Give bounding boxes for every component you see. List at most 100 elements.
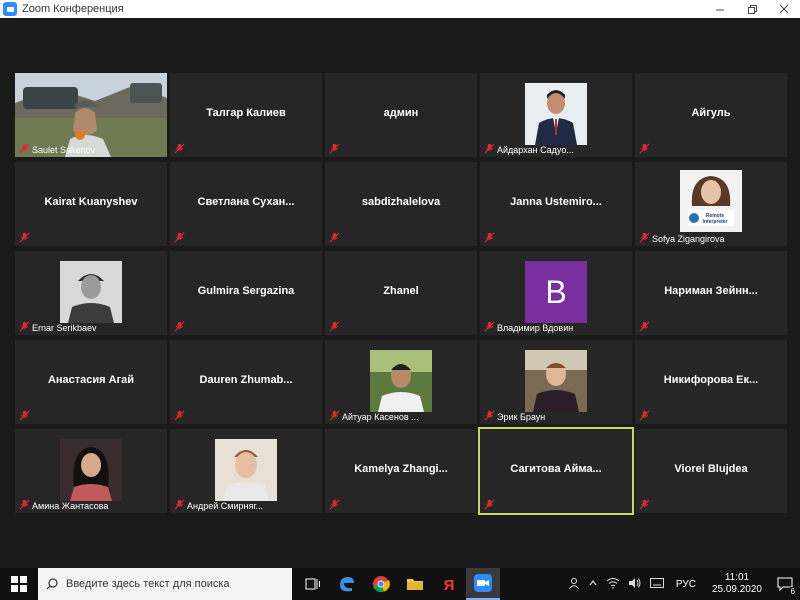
participant-tile[interactable]: Remote Interpreter Sofya Zigangirova	[635, 162, 787, 246]
muted-mic-icon	[329, 143, 340, 154]
participant-name: Нариман Зейнн...	[664, 285, 758, 297]
edge-icon	[340, 577, 354, 592]
chevron-up-icon[interactable]	[588, 578, 598, 591]
wifi-icon[interactable]	[606, 577, 620, 592]
participant-video	[525, 83, 587, 145]
minimize-button[interactable]	[704, 0, 736, 18]
participant-tile[interactable]: Айтуар Касенов ...	[325, 340, 477, 424]
participant-tile[interactable]: sabdizhalelova	[325, 162, 477, 246]
window-title: Zoom Конференция	[22, 3, 124, 15]
muted-mic-icon	[484, 499, 495, 510]
file-explorer-button[interactable]	[398, 568, 432, 600]
muted-mic-icon	[639, 499, 650, 510]
participant-tile[interactable]: Нариман Зейнн...	[635, 251, 787, 335]
participant-tile[interactable]: Амина Жантасова	[15, 429, 167, 513]
participant-name: Gulmira Sergazina	[197, 285, 295, 297]
svg-text:Я: Я	[444, 577, 455, 592]
participant-name: Амина Жантасова	[32, 501, 109, 511]
edge-button[interactable]	[330, 568, 364, 600]
system-tray: РУС 11:01 25.09.2020 6	[564, 568, 800, 600]
restore-button[interactable]	[736, 0, 768, 18]
muted-mic-icon	[19, 232, 30, 243]
participant-tile[interactable]: Андрей Смирняг...	[170, 429, 322, 513]
participant-name: Никифорова Ек...	[663, 374, 759, 386]
participant-name: Светлана Сухан...	[197, 196, 295, 208]
close-button[interactable]	[768, 0, 800, 18]
participant-tile[interactable]: Никифорова Ек...	[635, 340, 787, 424]
participant-name: Dauren Zhumab...	[199, 374, 293, 386]
clock-date: 25.09.2020	[711, 584, 762, 595]
participant-name: Эрик Браун	[497, 412, 546, 422]
muted-mic-icon	[639, 232, 650, 243]
language-indicator[interactable]: РУС	[676, 579, 696, 590]
gallery-view: Saulet Sakenov Талгар Калиев админ Айдар…	[0, 18, 800, 568]
participant-name: Владимир Вдовин	[497, 323, 574, 333]
notification-count: 6	[789, 587, 796, 596]
participant-tile[interactable]: Kairat Kuanyshev	[15, 162, 167, 246]
muted-mic-icon	[329, 410, 340, 421]
muted-mic-icon	[19, 321, 30, 332]
participant-tile[interactable]: админ	[325, 73, 477, 157]
muted-mic-icon	[484, 143, 495, 154]
user-icon[interactable]	[568, 577, 580, 592]
muted-mic-icon	[484, 410, 495, 421]
participant-tile-active-speaker[interactable]: Сагитова Айма...	[478, 427, 634, 515]
muted-mic-icon	[174, 143, 185, 154]
muted-mic-icon	[639, 321, 650, 332]
participant-name: админ	[383, 107, 419, 119]
muted-mic-icon	[329, 499, 340, 510]
task-view-icon	[305, 578, 320, 590]
participant-video	[525, 350, 587, 412]
participant-name: Айтуар Касенов ...	[342, 412, 419, 422]
participant-name: sabdizhalelova	[361, 196, 441, 208]
muted-mic-icon	[484, 232, 495, 243]
participant-tile[interactable]: Saulet Sakenov	[15, 73, 167, 157]
participant-name: Сагитова Айма...	[510, 463, 602, 475]
muted-mic-icon	[484, 321, 495, 332]
notifications-button[interactable]: 6	[770, 568, 800, 600]
folder-icon	[407, 579, 423, 590]
participant-avatar: B	[525, 261, 587, 323]
participant-tile[interactable]: Gulmira Sergazina	[170, 251, 322, 335]
participant-tile[interactable]: Талгар Калиев	[170, 73, 322, 157]
participant-tile[interactable]: Viorel Blujdea	[635, 429, 787, 513]
chrome-button[interactable]	[364, 568, 398, 600]
task-view-button[interactable]	[296, 568, 330, 600]
muted-mic-icon	[639, 410, 650, 421]
participant-tile[interactable]: Айгуль	[635, 73, 787, 157]
participant-tile[interactable]: Kamelya Zhangi...	[325, 429, 477, 513]
participant-name: Viorel Blujdea	[674, 463, 748, 475]
participant-tile[interactable]: Анастасия Агай	[15, 340, 167, 424]
participant-video: Remote Interpreter	[680, 170, 742, 232]
participant-tile[interactable]: Zhanel	[325, 251, 477, 335]
participant-tile[interactable]: Dauren Zhumab...	[170, 340, 322, 424]
participant-name: Kairat Kuanyshev	[44, 196, 138, 208]
participant-tile[interactable]: Эрик Браун	[480, 340, 632, 424]
participant-video	[215, 439, 277, 501]
keyboard-icon[interactable]	[649, 577, 664, 591]
participant-tile[interactable]: Айдархан Садуо...	[480, 73, 632, 157]
participant-tile[interactable]: Ernar Serikbaev	[15, 251, 167, 335]
muted-mic-icon	[19, 499, 30, 510]
participant-tile[interactable]: B Владимир Вдовин	[480, 251, 632, 335]
participant-name: Андрей Смирняг...	[187, 501, 264, 511]
muted-mic-icon	[19, 410, 30, 421]
muted-mic-icon	[329, 232, 340, 243]
zoom-taskbar-button[interactable]	[466, 568, 500, 600]
yandex-browser-button[interactable]: Я	[432, 568, 466, 600]
clock[interactable]: 11:01 25.09.2020	[712, 572, 762, 596]
participant-tile[interactable]: Janna Ustemiro...	[480, 162, 632, 246]
start-button[interactable]	[0, 568, 38, 600]
window-controls	[704, 0, 800, 18]
muted-mic-icon	[19, 143, 30, 154]
participant-video	[60, 439, 122, 501]
overlay-text-interpreter: Interpreter	[702, 219, 727, 225]
volume-icon[interactable]	[628, 577, 642, 592]
muted-mic-icon	[639, 143, 650, 154]
participant-tile[interactable]: Светлана Сухан...	[170, 162, 322, 246]
participant-name: Zhanel	[383, 285, 419, 297]
participant-name: Анастасия Агай	[47, 374, 135, 386]
participant-name: Kamelya Zhangi...	[354, 463, 448, 475]
participant-name: Janna Ustemiro...	[510, 196, 602, 208]
taskbar-search-box[interactable]: Введите здесь текст для поиска	[38, 568, 292, 600]
